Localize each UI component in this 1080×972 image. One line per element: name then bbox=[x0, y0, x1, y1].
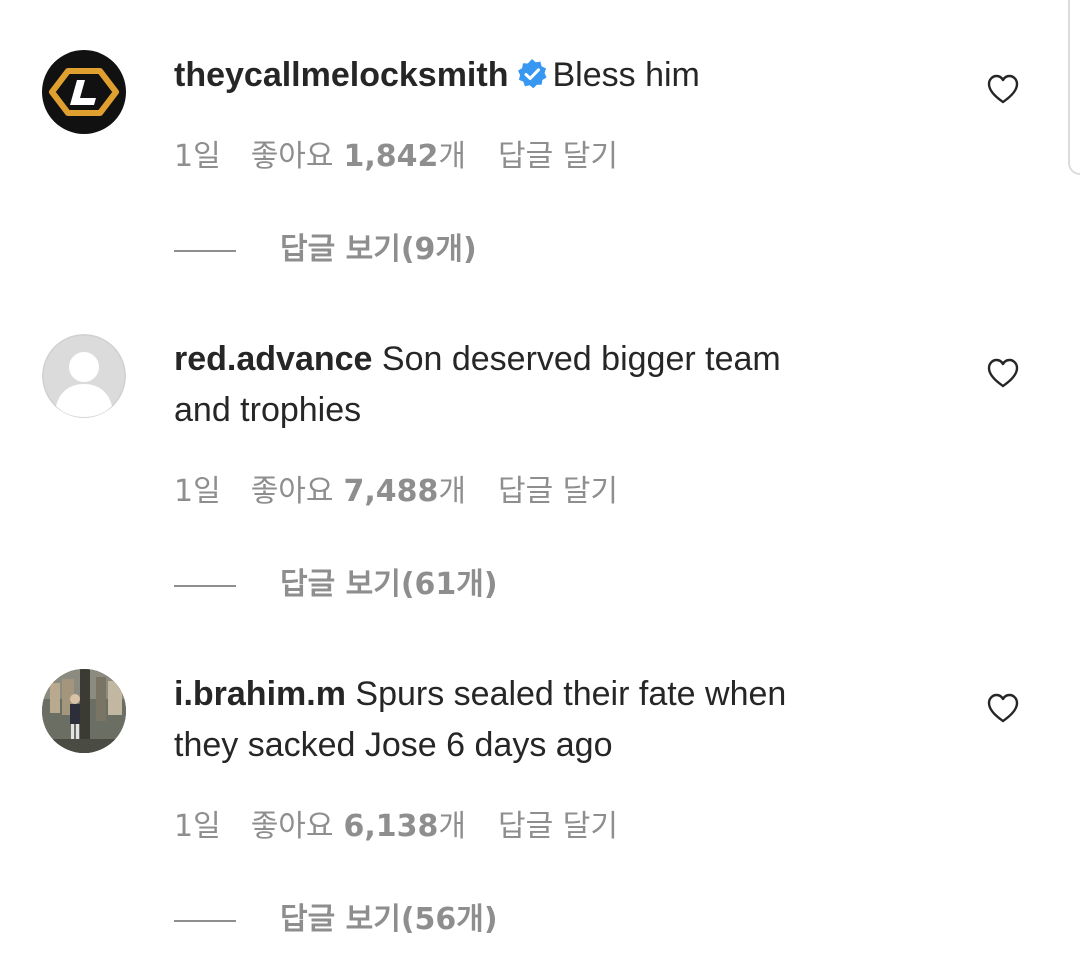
likes-count[interactable]: 7,488 bbox=[344, 474, 439, 509]
comment-meta: 1일 좋아요 7,488개 답글 달기 bbox=[174, 472, 648, 512]
view-replies-button[interactable]: 답글 보기(9개) bbox=[174, 230, 477, 270]
user-photo-icon bbox=[42, 669, 126, 753]
likes-label[interactable]: 좋아요 bbox=[251, 809, 334, 844]
heart-outline-icon[interactable] bbox=[986, 356, 1020, 390]
comment-username[interactable]: red.advance bbox=[174, 340, 372, 378]
likes-label[interactable]: 좋아요 bbox=[251, 474, 334, 509]
comment-meta: 1일 좋아요 1,842개 답글 달기 bbox=[174, 137, 648, 177]
view-replies-button[interactable]: 답글 보기(56개) bbox=[174, 900, 498, 940]
avatar[interactable] bbox=[42, 50, 126, 134]
comment-body: red.advance Son deserved bigger team and… bbox=[174, 334, 934, 436]
default-profile-icon bbox=[42, 334, 126, 418]
comment-username[interactable]: theycallmelocksmith bbox=[174, 56, 508, 94]
replies-divider bbox=[174, 249, 236, 252]
comment-body: theycallmelocksmith Bless him bbox=[174, 50, 934, 101]
comment-text: Bless him bbox=[552, 56, 700, 94]
comment-body: i.brahim.m Spurs sealed their fate when … bbox=[174, 669, 934, 771]
comment-time: 1일 bbox=[174, 139, 221, 174]
heart-outline-icon[interactable] bbox=[986, 72, 1020, 106]
view-replies-button[interactable]: 답글 보기(61개) bbox=[174, 565, 498, 605]
replies-divider bbox=[174, 919, 236, 922]
comment-meta: 1일 좋아요 6,138개 답글 달기 bbox=[174, 807, 648, 847]
scrollbar-edge bbox=[1068, 0, 1080, 175]
heart-outline-icon[interactable] bbox=[986, 691, 1020, 725]
comment-time: 1일 bbox=[174, 474, 221, 509]
replies-divider bbox=[174, 584, 236, 587]
view-replies-label[interactable]: 답글 보기(61개) bbox=[280, 567, 498, 602]
avatar[interactable] bbox=[42, 669, 126, 753]
avatar[interactable] bbox=[42, 334, 126, 418]
likes-label[interactable]: 좋아요 bbox=[251, 139, 334, 174]
comment-text-line1: Son deserved bigger team bbox=[381, 340, 781, 378]
verified-badge-icon bbox=[518, 59, 547, 89]
likes-unit[interactable]: 개 bbox=[438, 139, 466, 174]
reply-button[interactable]: 답글 달기 bbox=[498, 474, 618, 509]
reply-button[interactable]: 답글 달기 bbox=[498, 139, 618, 174]
comment-text-line2: and trophies bbox=[174, 391, 362, 429]
reply-button[interactable]: 답글 달기 bbox=[498, 809, 618, 844]
view-replies-label[interactable]: 답글 보기(9개) bbox=[280, 232, 477, 267]
comment-username[interactable]: i.brahim.m bbox=[174, 675, 346, 713]
likes-unit[interactable]: 개 bbox=[438, 474, 466, 509]
likes-count[interactable]: 1,842 bbox=[344, 139, 439, 174]
likes-count[interactable]: 6,138 bbox=[344, 809, 439, 844]
comment-time: 1일 bbox=[174, 809, 221, 844]
likes-unit[interactable]: 개 bbox=[438, 809, 466, 844]
comment-text-line2: they sacked Jose 6 days ago bbox=[174, 726, 613, 764]
view-replies-label[interactable]: 답글 보기(56개) bbox=[280, 902, 498, 937]
comment-text-line1: Spurs sealed their fate when bbox=[355, 675, 787, 713]
locksmith-logo-icon bbox=[49, 68, 119, 116]
